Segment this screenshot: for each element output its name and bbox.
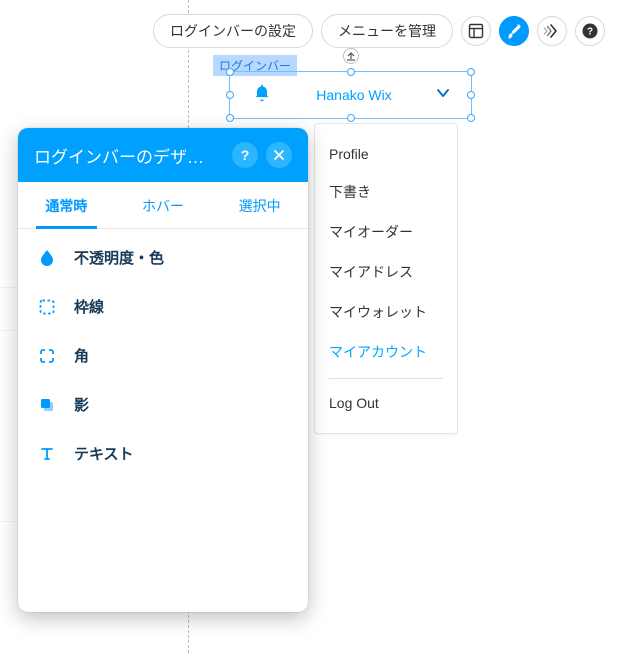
panel-title: ログインバーのデザ… <box>34 143 224 168</box>
loginbar-element[interactable]: Hanako Wix <box>232 73 470 117</box>
row-opacity-color[interactable]: 不透明度・色 <box>18 233 308 282</box>
panel-help-button[interactable]: ? <box>232 142 258 168</box>
canvas-guide-h <box>0 287 18 288</box>
row-label: テキスト <box>74 443 134 464</box>
design-rows: 不透明度・色 枠線 角 影 テキスト <box>18 229 308 482</box>
layout-button[interactable] <box>461 16 491 46</box>
row-label: 角 <box>74 345 89 366</box>
menu-item-logout[interactable]: Log Out <box>329 385 443 421</box>
border-icon <box>38 298 56 316</box>
panel-tabs: 通常時 ホバー 選択中 <box>18 182 308 229</box>
row-label: 影 <box>74 394 89 415</box>
design-panel: ログインバーのデザ… ? 通常時 ホバー 選択中 不透明度・色 枠線 角 影 テ… <box>18 128 308 612</box>
row-border[interactable]: 枠線 <box>18 282 308 331</box>
tab-selected[interactable]: 選択中 <box>211 182 308 228</box>
help-icon: ? <box>582 23 598 39</box>
panel-header: ログインバーのデザ… ? <box>18 128 308 182</box>
resize-handle[interactable] <box>467 114 475 122</box>
layout-icon <box>468 23 484 39</box>
row-text[interactable]: テキスト <box>18 429 308 478</box>
drop-icon <box>38 249 56 267</box>
svg-text:?: ? <box>587 27 593 38</box>
bell-icon <box>252 83 272 108</box>
row-shadow[interactable]: 影 <box>18 380 308 429</box>
anchor-top-button[interactable] <box>343 48 359 64</box>
anchor-icon <box>346 51 356 61</box>
text-icon <box>38 445 56 463</box>
loginbar-user-name: Hanako Wix <box>272 87 436 103</box>
canvas-guide-h <box>0 330 18 331</box>
account-menu: Profile 下書き マイオーダー マイアドレス マイウォレット マイアカウン… <box>314 123 458 434</box>
menu-item-wallet[interactable]: マイウォレット <box>329 292 443 332</box>
chevron-down-icon <box>436 86 450 105</box>
menu-item-account[interactable]: マイアカウント <box>329 332 443 372</box>
design-button[interactable] <box>499 16 529 46</box>
row-label: 枠線 <box>74 296 104 317</box>
divider <box>329 378 443 379</box>
row-corner[interactable]: 角 <box>18 331 308 380</box>
corner-icon <box>38 347 56 365</box>
resize-handle[interactable] <box>226 114 234 122</box>
row-label: 不透明度・色 <box>74 247 164 268</box>
close-icon <box>273 149 285 161</box>
menu-item-profile[interactable]: Profile <box>329 136 443 172</box>
menu-item-orders[interactable]: マイオーダー <box>329 212 443 252</box>
animation-icon <box>543 24 561 38</box>
menu-item-drafts[interactable]: 下書き <box>329 172 443 212</box>
animation-button[interactable] <box>537 16 567 46</box>
loginbar-settings-button[interactable]: ログインバーの設定 <box>153 14 313 48</box>
panel-close-button[interactable] <box>266 142 292 168</box>
element-toolbar: ログインバーの設定 メニューを管理 ? <box>153 14 605 48</box>
resize-handle[interactable] <box>467 68 475 76</box>
paintbrush-icon <box>506 23 522 39</box>
tab-hover[interactable]: ホバー <box>115 182 212 228</box>
manage-menu-button[interactable]: メニューを管理 <box>321 14 453 48</box>
tab-normal[interactable]: 通常時 <box>18 182 115 228</box>
menu-item-addresses[interactable]: マイアドレス <box>329 252 443 292</box>
shadow-icon <box>38 396 56 414</box>
help-button[interactable]: ? <box>575 16 605 46</box>
